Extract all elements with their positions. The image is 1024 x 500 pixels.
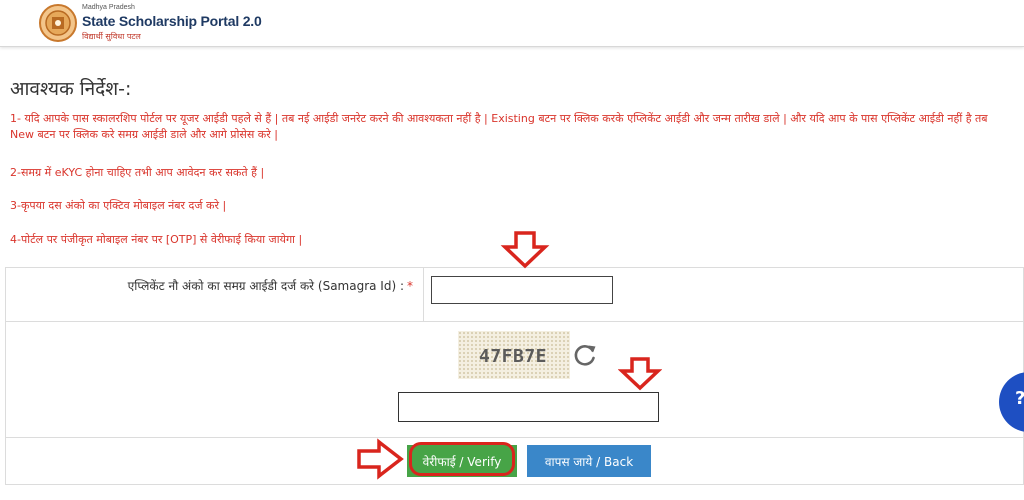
annotation-arrow-icon (357, 438, 404, 480)
instruction-3: 3-कृपया दस अंको का एक्टिव मोबाइल नंबर दर… (10, 199, 227, 212)
samagra-id-label-text: एप्लिकेंट नौ अंको का समग्र आईडी दर्ज करे… (127, 279, 404, 293)
refresh-icon[interactable] (572, 342, 598, 368)
chat-icon: ? (1015, 388, 1024, 409)
back-button[interactable]: वापस जाये / Back (527, 445, 651, 477)
annotation-arrow-icon (618, 357, 662, 391)
annotation-arrow-icon (500, 231, 550, 269)
site-header: Madhya Pradesh State Scholarship Portal … (0, 0, 1024, 47)
instruction-2: 2-समग्र में eKYC होना चाहिए तभी आप आवेदन… (10, 166, 265, 179)
portal-tagline: विद्यार्थी सुविधा पटल (82, 32, 141, 41)
emblem-icon (39, 4, 77, 42)
required-mark: * (407, 279, 413, 293)
verify-button[interactable]: वेरीफाई / Verify (407, 445, 517, 477)
captcha-input[interactable] (398, 392, 659, 422)
column-divider (423, 267, 424, 321)
portal-title[interactable]: State Scholarship Portal 2.0 (82, 13, 262, 29)
samagra-id-label: एप्लिकेंट नौ अंको का समग्र आईडी दर्ज करे… (8, 277, 413, 294)
samagra-id-input[interactable] (431, 276, 613, 304)
row-divider (5, 437, 1024, 438)
captcha-text: 47FB7E (479, 346, 548, 367)
instructions-heading: आवश्यक निर्देश-: (10, 78, 132, 100)
instruction-1: 1- यदि आपके पास स्कालरशिप पोर्टल पर यूजर… (10, 112, 988, 141)
row-divider (5, 321, 1024, 322)
state-name: Madhya Pradesh (82, 4, 135, 11)
